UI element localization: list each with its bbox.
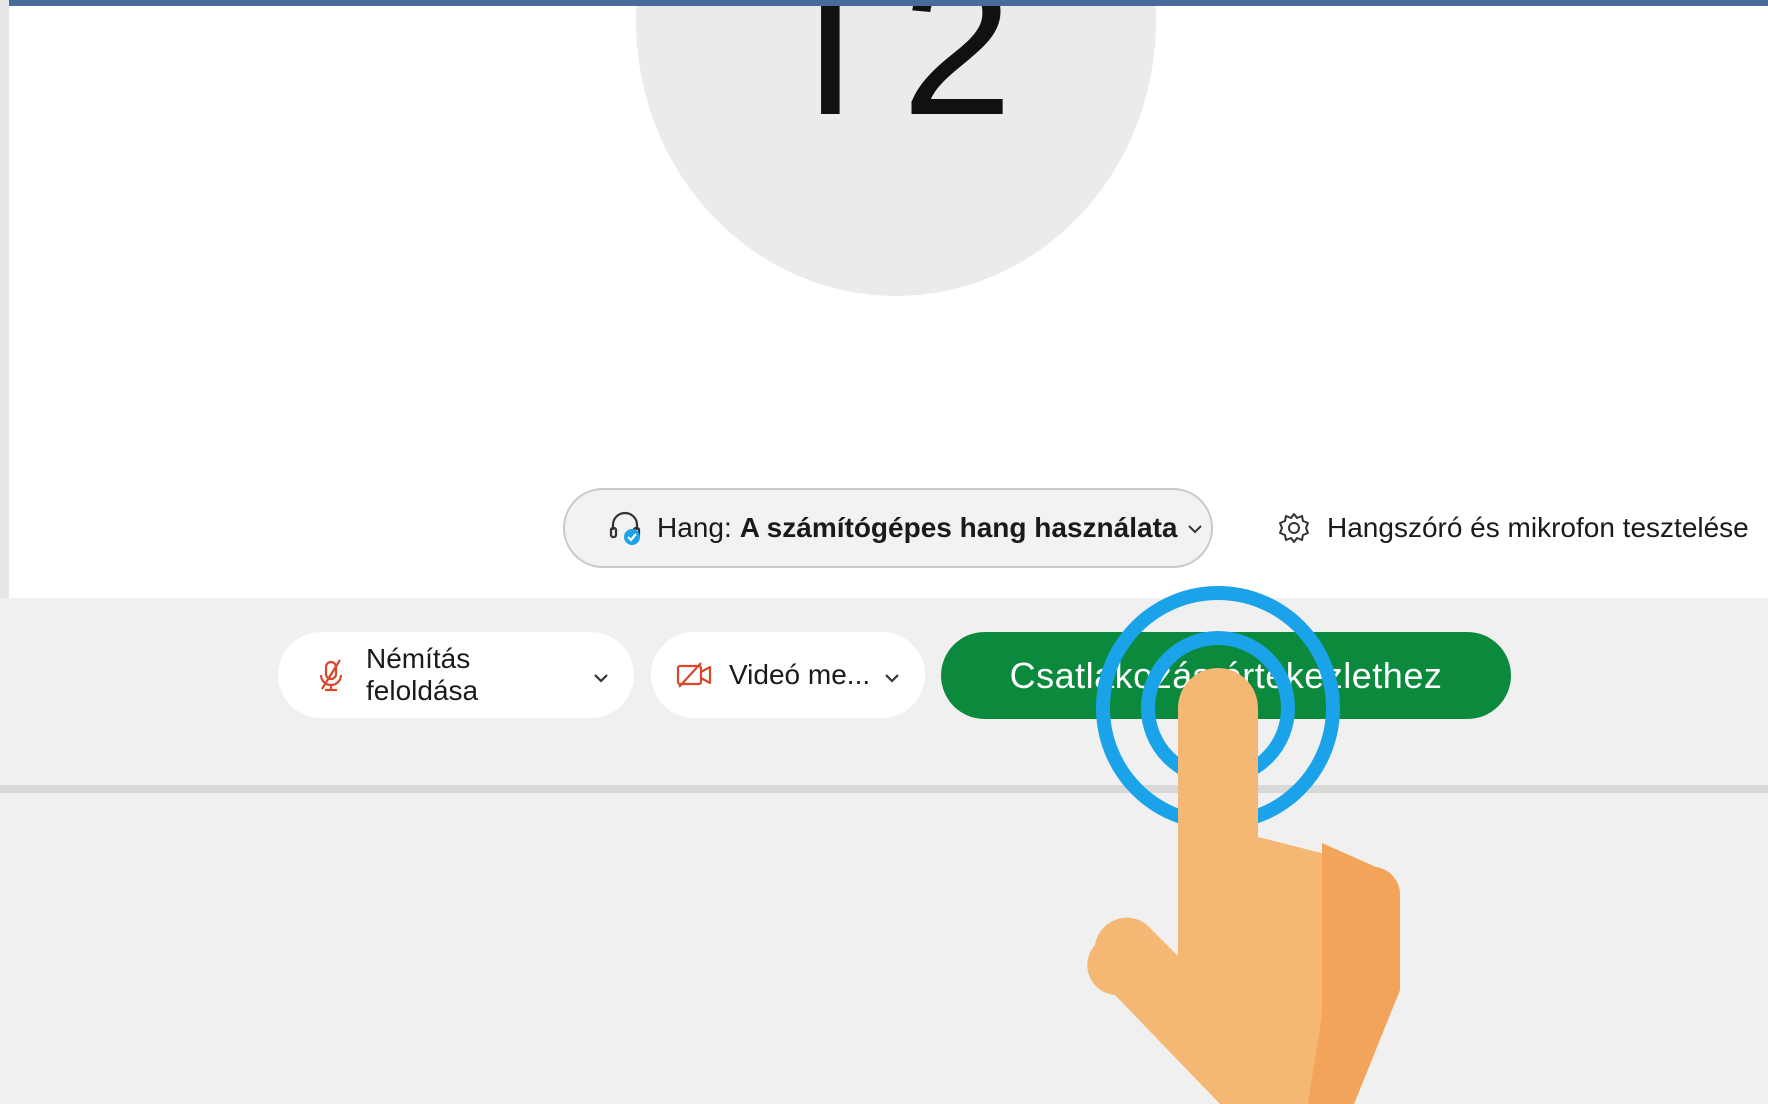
audio-connection-dropdown[interactable]: Hang: A számítógépes hang használata [563,488,1213,568]
gear-icon [1277,511,1311,545]
window-left-border [0,0,9,598]
test-link-label: Hangszóró és mikrofon tesztelése [1327,512,1749,543]
unmute-button[interactable]: Némítás feloldása [278,632,634,718]
meeting-preview-window: T2 Hang: A számítógépes hang használata … [0,0,1768,1104]
audio-selected-value: A számítógépes hang használata [739,512,1178,543]
test-speaker-mic-link[interactable]: Hangszóró és mikrofon tesztelése [1277,508,1749,548]
chevron-down-icon [1187,512,1203,544]
join-meeting-label: Csatlakozás értekezlethez [1009,654,1443,696]
unmute-label: Némítás feloldása [366,643,479,706]
avatar: T2 [636,6,1156,296]
join-meeting-button[interactable]: Csatlakozás értekezlethez [941,632,1511,719]
chevron-down-icon[interactable] [590,664,612,686]
headset-check-icon [605,508,645,548]
toolbar-divider [0,785,1768,793]
video-label: Videó me... [729,659,871,690]
video-off-icon [675,656,713,694]
audio-prefix-label: Hang: [657,512,732,543]
avatar-initials: T2 [769,6,1023,157]
muted-microphone-icon [312,656,350,694]
chevron-down-icon[interactable] [881,664,903,686]
start-video-button[interactable]: Videó me... [651,632,925,718]
